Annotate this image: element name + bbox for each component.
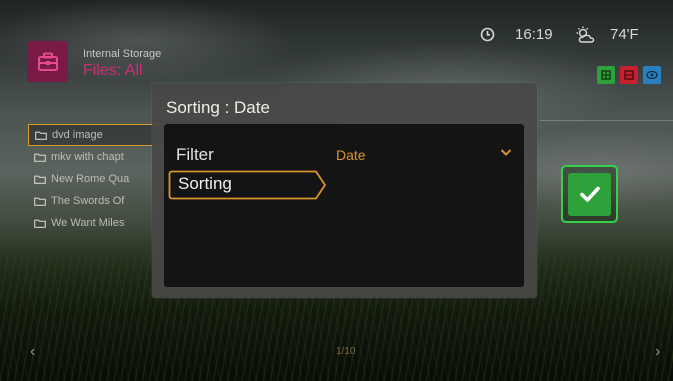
page-title: Files: All (83, 62, 143, 79)
list-item-label: The Swords Of (51, 195, 125, 207)
sorting-label: Sorting (178, 174, 232, 193)
list-item-label: dvd image (52, 129, 103, 141)
storage-briefcase-icon (27, 41, 68, 82)
filter-value[interactable]: Date (336, 147, 366, 163)
filter-label[interactable]: Filter (176, 145, 214, 165)
list-item-label: mkv with chapt (51, 151, 124, 163)
dialog-options-panel: Filter Date Sorting (164, 124, 524, 287)
header-divider (540, 120, 673, 121)
breadcrumb: Internal Storage (83, 48, 162, 60)
folder-icon (34, 153, 46, 162)
folder-icon (34, 219, 46, 228)
dialog-title: Sorting : Date (166, 98, 270, 117)
temperature-readout: 74'F (610, 26, 639, 43)
sorting-dialog: Sorting : Date Filter Date Sorting (152, 83, 537, 298)
clock-time: 16:19 (515, 26, 553, 43)
preview-view-icon[interactable] (643, 66, 661, 84)
sorting-option[interactable]: Sorting (168, 170, 328, 200)
folder-icon (35, 131, 47, 140)
page-indicator: 1/10 (336, 346, 356, 357)
confirm-button[interactable] (561, 165, 618, 223)
confirm-button-face (568, 172, 611, 216)
chevron-down-icon[interactable] (500, 148, 512, 157)
clock-icon (480, 27, 495, 42)
folder-icon (34, 197, 46, 206)
list-item-label: We Want Miles (51, 217, 125, 229)
partly-cloudy-icon (576, 26, 595, 43)
grid-view-icon[interactable] (597, 66, 615, 84)
checkmark-icon (579, 186, 600, 202)
previous-page-icon[interactable]: ‹ (30, 343, 35, 361)
list-item-label: New Rome Qua (51, 173, 130, 185)
folder-icon (34, 175, 46, 184)
next-page-icon[interactable]: › (655, 343, 660, 361)
list-view-icon[interactable] (620, 66, 638, 84)
